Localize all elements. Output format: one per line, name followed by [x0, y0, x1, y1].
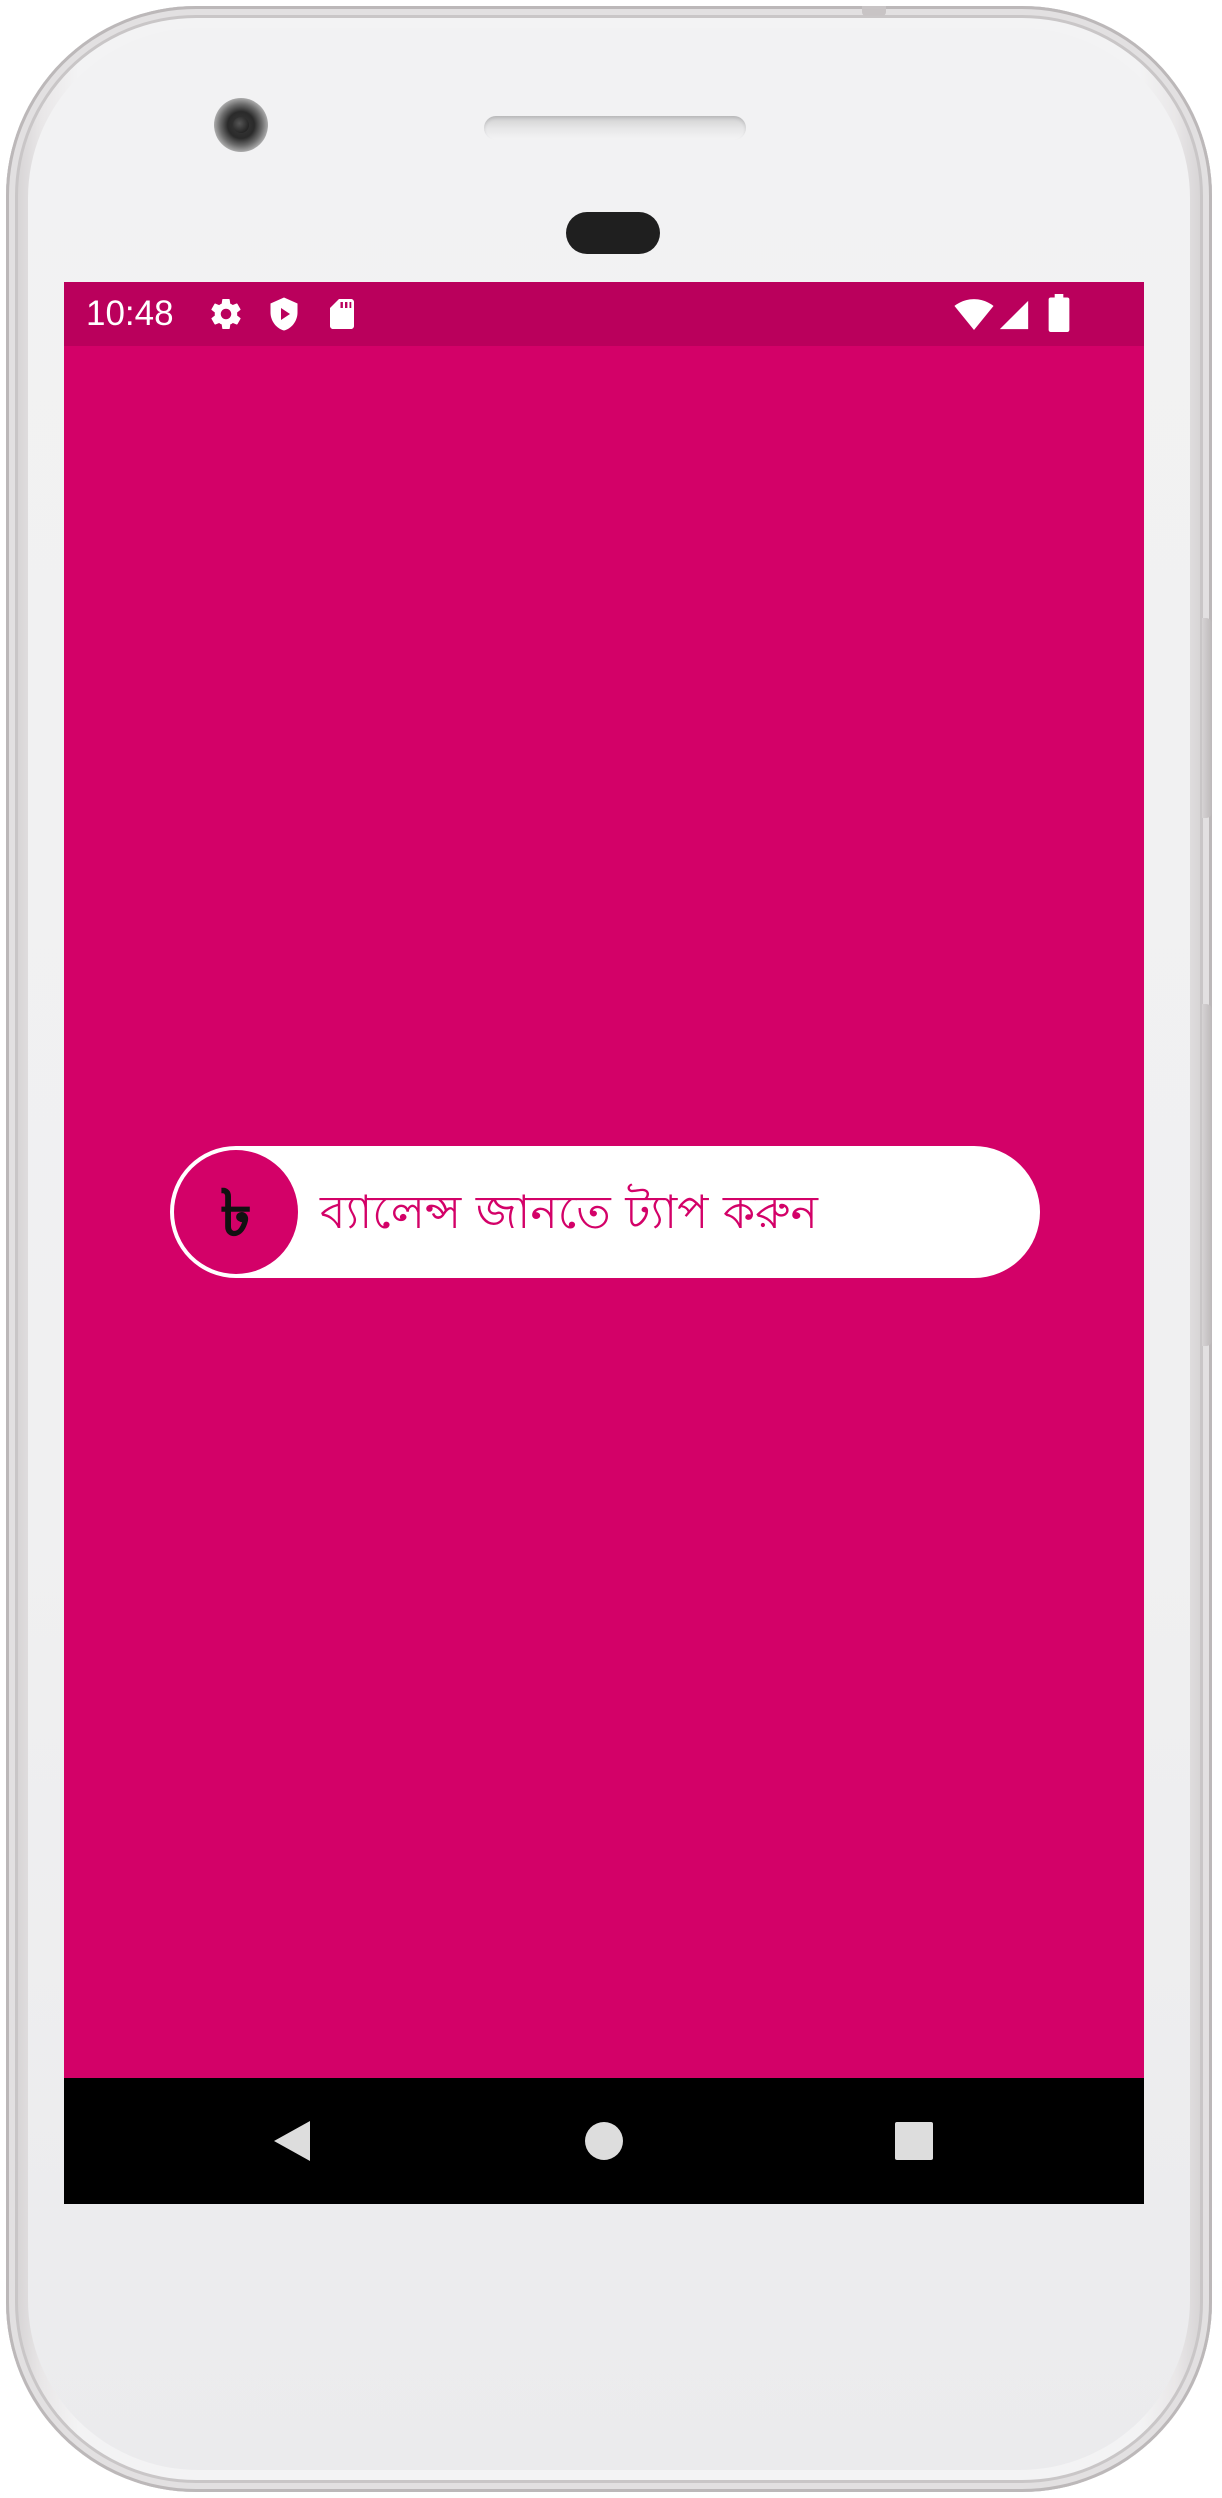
recents-icon [895, 2122, 933, 2160]
taka-icon: ৳ [174, 1150, 298, 1274]
proximity-sensor [566, 212, 660, 254]
back-icon [274, 2121, 310, 2161]
status-time: 10:48 [86, 294, 174, 333]
app-screen: 10:48 ৳ ব্যালেন্স জানতে ট্যাপ করুন [64, 282, 1144, 2204]
recents-button[interactable] [854, 2078, 974, 2204]
home-icon [585, 2122, 623, 2160]
phone-top-edge-mark [862, 6, 886, 16]
back-button[interactable] [232, 2078, 352, 2204]
shield-play-icon [266, 296, 302, 332]
battery-icon [1048, 294, 1070, 332]
balance-button-label: ব্যালেন্স জানতে ট্যাপ করুন [320, 1185, 818, 1239]
power-button [1202, 618, 1212, 818]
front-camera [214, 98, 268, 152]
taka-symbol: ৳ [220, 1177, 252, 1251]
earpiece-speaker [484, 116, 746, 140]
gear-icon [208, 296, 244, 332]
volume-button [1202, 1004, 1212, 1346]
cell-signal-icon [996, 298, 1032, 332]
navigation-bar [64, 2078, 1144, 2204]
tap-for-balance-button[interactable]: ৳ ব্যালেন্স জানতে ট্যাপ করুন [170, 1146, 1040, 1278]
sd-card-icon [324, 296, 360, 332]
wifi-icon [954, 298, 994, 332]
status-bar: 10:48 [64, 282, 1144, 346]
home-button[interactable] [544, 2078, 664, 2204]
